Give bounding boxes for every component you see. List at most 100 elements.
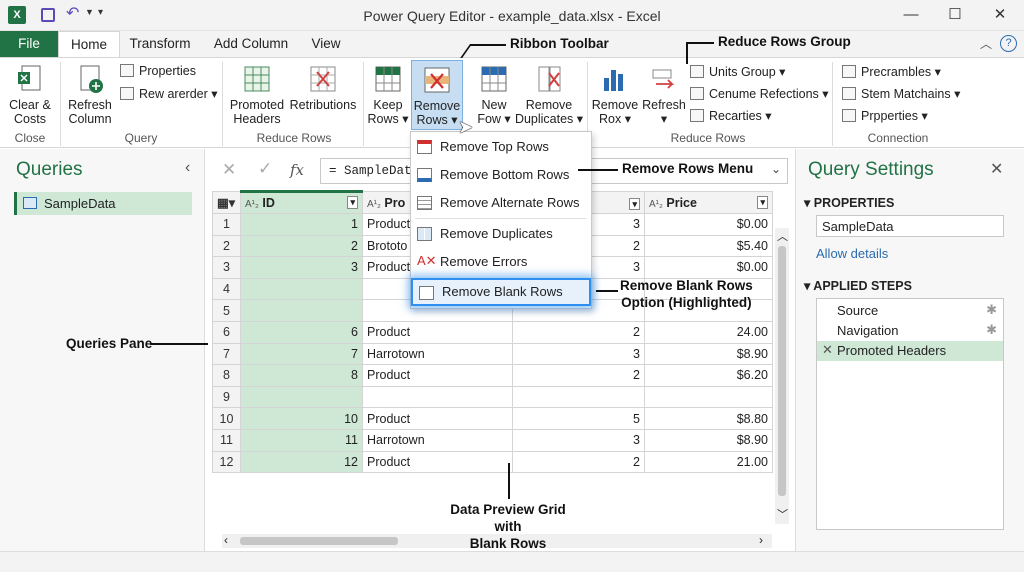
tab-transform[interactable]: Transform bbox=[124, 31, 196, 57]
price-cell[interactable]: $8.90 bbox=[644, 428, 773, 452]
id-cell[interactable] bbox=[240, 299, 363, 322]
product-cell[interactable] bbox=[362, 385, 513, 409]
delete-step-icon[interactable]: ✕ bbox=[822, 342, 833, 358]
vertical-scrollbar[interactable]: ︿ ﹀ bbox=[775, 228, 789, 524]
step-source[interactable]: Source ✱ bbox=[817, 301, 1003, 321]
cenume-button[interactable]: Cenume Refections ▾ bbox=[690, 86, 829, 101]
id-cell[interactable]: 10 bbox=[240, 407, 363, 430]
step-navigation[interactable]: Navigation ✱ bbox=[817, 321, 1003, 341]
price-cell[interactable]: 24.00 bbox=[644, 320, 773, 344]
recarties-button[interactable]: Recarties ▾ bbox=[690, 108, 772, 123]
scroll-left-icon[interactable]: ‹ bbox=[224, 533, 228, 547]
menu-item-remove-bottom-rows[interactable]: Remove Bottom Rows bbox=[411, 162, 591, 188]
product-cell[interactable]: Product bbox=[362, 450, 513, 474]
close-settings-icon[interactable]: ✕ bbox=[990, 159, 1003, 179]
menu-item-remove-errors[interactable]: A✕ Remove Errors bbox=[411, 249, 591, 275]
units-group-button[interactable]: Units Group ▾ bbox=[690, 64, 785, 79]
close-button[interactable]: ✕ bbox=[985, 4, 1015, 26]
commit-formula-icon[interactable]: ✓ bbox=[258, 159, 272, 179]
row-number-cell[interactable]: 9 bbox=[212, 385, 241, 409]
price-cell[interactable]: $8.90 bbox=[644, 342, 773, 366]
step-settings-icon[interactable]: ✱ bbox=[986, 302, 997, 318]
row-number-cell[interactable]: 1 bbox=[212, 213, 241, 236]
tab-file[interactable]: File bbox=[0, 31, 58, 57]
help-icon[interactable]: ? bbox=[1000, 35, 1017, 52]
collapse-queries-icon[interactable]: ‹ bbox=[185, 159, 190, 177]
tab-home[interactable]: Home bbox=[58, 31, 120, 58]
scroll-up-icon[interactable]: ︿ bbox=[777, 228, 788, 244]
quantity-cell[interactable]: 2 bbox=[512, 450, 645, 474]
menu-item-remove-blank-rows[interactable]: Remove Blank Rows bbox=[411, 278, 591, 306]
id-cell[interactable]: 2 bbox=[240, 234, 363, 258]
quantity-cell[interactable]: 3 bbox=[512, 428, 645, 452]
id-cell[interactable]: 1 bbox=[240, 213, 363, 236]
id-cell[interactable]: 12 bbox=[240, 450, 363, 474]
minimize-button[interactable]: — bbox=[896, 4, 926, 26]
allow-details-link[interactable]: Allow details bbox=[816, 246, 888, 261]
query-name-input[interactable]: SampleData bbox=[816, 215, 1004, 237]
quantity-cell[interactable] bbox=[512, 385, 645, 409]
remove-rox-button[interactable]: Remove Rox ▾ bbox=[591, 64, 639, 126]
price-cell[interactable]: $5.40 bbox=[644, 234, 773, 258]
column-header-price[interactable]: A¹₂ Price ▾ bbox=[644, 191, 773, 214]
row-number-cell[interactable]: 4 bbox=[212, 277, 241, 301]
maximize-button[interactable]: ☐ bbox=[940, 4, 970, 26]
stem-matchains-button[interactable]: Stem Matchains ▾ bbox=[842, 86, 960, 101]
id-cell[interactable]: 11 bbox=[240, 428, 363, 452]
row-number-cell[interactable]: 7 bbox=[212, 342, 241, 366]
filter-dropdown-icon[interactable]: ▾ bbox=[629, 197, 640, 210]
tab-add-column[interactable]: Add Column bbox=[206, 31, 296, 57]
vertical-scroll-thumb[interactable] bbox=[778, 246, 786, 496]
id-cell[interactable] bbox=[240, 385, 363, 409]
id-cell[interactable]: 6 bbox=[240, 320, 363, 344]
price-cell[interactable] bbox=[644, 385, 773, 409]
properties-button[interactable]: Properties bbox=[120, 64, 196, 78]
row-number-cell[interactable]: 12 bbox=[212, 450, 241, 474]
retributions-button[interactable]: Retributions bbox=[288, 64, 358, 112]
id-cell[interactable]: 3 bbox=[240, 256, 363, 279]
product-cell[interactable]: Harrotown bbox=[362, 428, 513, 452]
row-number-cell[interactable]: 2 bbox=[212, 234, 241, 258]
filter-dropdown-icon[interactable]: ▾ bbox=[757, 195, 768, 209]
id-cell[interactable] bbox=[240, 277, 363, 301]
precrambles-button[interactable]: Precrambles ▾ bbox=[842, 64, 941, 79]
expand-formula-icon[interactable]: ⌄ bbox=[771, 162, 781, 176]
remove-duplicates-button[interactable]: Remove Duplicates ▾ bbox=[514, 64, 584, 126]
step-promoted-headers[interactable]: ✕ Promoted Headers bbox=[817, 341, 1003, 361]
product-cell[interactable]: Product bbox=[362, 364, 513, 387]
product-cell[interactable]: Product bbox=[362, 320, 513, 344]
price-cell[interactable]: $0.00 bbox=[644, 213, 773, 236]
scroll-down-icon[interactable]: ﹀ bbox=[777, 506, 788, 522]
clear-costs-button[interactable]: Clear & Costs bbox=[4, 64, 56, 126]
price-cell[interactable]: 21.00 bbox=[644, 450, 773, 474]
step-settings-icon[interactable]: ✱ bbox=[986, 322, 997, 338]
price-cell[interactable]: $8.80 bbox=[644, 407, 773, 430]
price-cell[interactable]: $0.00 bbox=[644, 256, 773, 279]
table-menu-icon[interactable]: ▦▾ bbox=[212, 191, 241, 214]
new-row-button[interactable]: New Fow ▾ bbox=[472, 64, 516, 126]
refresh-column-button[interactable]: Refresh Column bbox=[64, 64, 116, 126]
quantity-cell[interactable]: 2 bbox=[512, 320, 645, 344]
filter-dropdown-icon[interactable]: ▾ bbox=[347, 196, 358, 209]
row-number-cell[interactable]: 8 bbox=[212, 364, 241, 387]
row-number-cell[interactable]: 6 bbox=[212, 320, 241, 344]
keep-rows-button[interactable]: Keep Rows ▾ bbox=[366, 64, 410, 126]
prpperties-button[interactable]: Prpperties ▾ bbox=[842, 108, 928, 123]
price-cell[interactable]: $6.20 bbox=[644, 364, 773, 387]
tab-view[interactable]: View bbox=[304, 31, 348, 57]
id-cell[interactable]: 7 bbox=[240, 342, 363, 366]
quantity-cell[interactable]: 3 bbox=[512, 342, 645, 366]
reorder-button[interactable]: Rew arerder ▾ bbox=[120, 86, 218, 101]
menu-item-remove-duplicates[interactable]: Remove Duplicates bbox=[411, 221, 591, 247]
row-number-cell[interactable]: 10 bbox=[212, 407, 241, 430]
promoted-headers-button[interactable]: Promoted Headers bbox=[226, 64, 288, 126]
row-number-cell[interactable]: 3 bbox=[212, 256, 241, 279]
quantity-cell[interactable]: 5 bbox=[512, 407, 645, 430]
scroll-right-icon[interactable]: › bbox=[759, 533, 763, 547]
row-number-cell[interactable]: 11 bbox=[212, 428, 241, 452]
product-cell[interactable]: Product bbox=[362, 407, 513, 430]
horizontal-scroll-thumb[interactable] bbox=[240, 537, 398, 545]
query-item-sampledata[interactable]: SampleData bbox=[14, 192, 192, 215]
menu-item-remove-alternate-rows[interactable]: Remove Alternate Rows bbox=[411, 190, 591, 216]
product-cell[interactable]: Harrotown bbox=[362, 342, 513, 366]
